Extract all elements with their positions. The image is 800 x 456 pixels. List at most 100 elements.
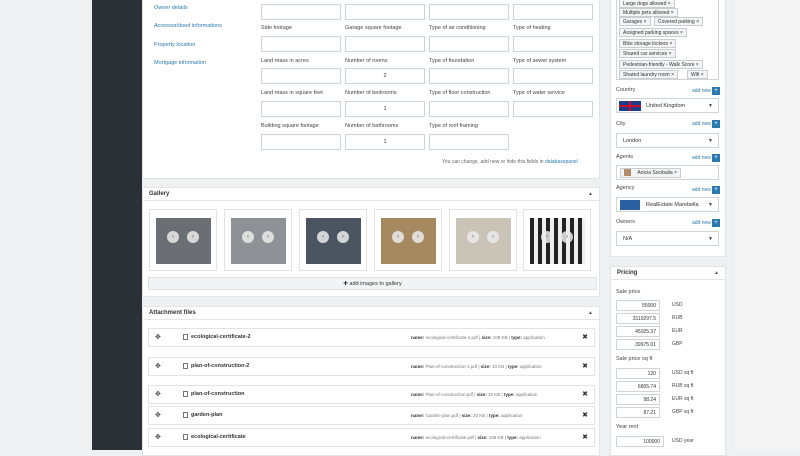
collapse-icon[interactable]: ▲ <box>588 191 593 197</box>
drag-handle-icon[interactable]: ✥ <box>155 411 161 419</box>
owners-add-icon[interactable]: + <box>712 219 720 227</box>
feature-tag[interactable]: Wifi × <box>687 70 708 79</box>
attachment-name: ecological-certificate <box>191 434 246 440</box>
country-add-new-link[interactable]: add new <box>692 88 711 94</box>
nav-owner-details[interactable]: Owner details <box>154 5 188 11</box>
side-footage-input[interactable] <box>261 36 341 52</box>
gallery-thumb[interactable]: ‹ › <box>523 209 591 271</box>
agents-select[interactable]: Anicia Socibalia × <box>616 165 719 180</box>
land-acres-input[interactable] <box>261 68 341 84</box>
sqft-gbp-input[interactable]: 87.21 <box>616 407 660 418</box>
field-label: Number of bedrooms <box>345 90 397 96</box>
foundation-input[interactable] <box>429 68 509 84</box>
close-icon[interactable]: ✖ <box>582 390 588 398</box>
agents-add-icon[interactable]: + <box>712 154 720 162</box>
nav-mortgage-information[interactable]: Mortgage information <box>154 60 206 66</box>
floor-construction-input[interactable] <box>429 101 509 117</box>
agents-add-new-link[interactable]: add new <box>692 155 711 161</box>
year-rent-input[interactable]: 100000 <box>616 436 664 447</box>
sqft-usd-input[interactable]: 120 <box>616 368 660 379</box>
gallery-thumb[interactable]: ‹ › <box>299 209 367 271</box>
drag-handle-icon[interactable]: ✥ <box>155 433 161 441</box>
feature-tag[interactable]: Garages × <box>619 17 651 26</box>
city-add-new-link[interactable]: add new <box>692 121 711 127</box>
drag-handle-icon[interactable]: ✥ <box>155 333 161 341</box>
nav-accessor-deed[interactable]: Accessor/deed informations <box>154 23 222 29</box>
field-input[interactable] <box>345 4 425 20</box>
agency-add-new-link[interactable]: add new <box>692 187 711 193</box>
field-input[interactable] <box>513 4 593 20</box>
owners-select[interactable]: N/A ▼ <box>616 231 719 246</box>
currency-label: USD <box>672 302 683 308</box>
gallery-thumb[interactable]: ‹ › <box>224 209 292 271</box>
chevron-left-icon[interactable]: ‹ <box>242 231 254 243</box>
owners-add-new-link[interactable]: add new <box>692 220 711 226</box>
field-input[interactable] <box>429 4 509 20</box>
feature-tag[interactable]: Assigned parking spaces × <box>619 28 687 37</box>
gallery-thumb[interactable]: ‹ › <box>449 209 517 271</box>
pricing-header[interactable]: Pricing ▲ <box>611 267 725 280</box>
collapse-icon[interactable]: ▲ <box>714 270 719 276</box>
sale-price-gbp-input[interactable]: 39975.01 <box>616 339 660 350</box>
gallery-thumb[interactable]: ‹ › <box>374 209 442 271</box>
field-label: Type of floor construction <box>429 90 491 96</box>
air-conditioning-input[interactable] <box>429 36 509 52</box>
roof-framing-input[interactable] <box>429 134 509 150</box>
chevron-right-icon[interactable]: › <box>337 231 349 243</box>
close-icon[interactable]: ✖ <box>582 362 588 370</box>
chevron-right-icon[interactable]: › <box>487 231 499 243</box>
chevron-left-icon[interactable]: ‹ <box>541 231 553 243</box>
gallery-header[interactable]: Gallery ▲ <box>143 188 599 201</box>
feature-tag[interactable]: Bike storage lockers × <box>619 39 677 48</box>
city-add-icon[interactable]: + <box>712 120 720 128</box>
close-icon[interactable]: ✖ <box>582 433 588 441</box>
databasepanel-link[interactable]: databasepanel <box>545 159 578 165</box>
chevron-right-icon[interactable]: › <box>561 231 573 243</box>
garage-footage-input[interactable] <box>345 36 425 52</box>
sqft-rub-input[interactable]: 6805.74 <box>616 381 660 392</box>
agent-tag[interactable]: Anicia Socibalia × <box>620 168 682 178</box>
chevron-left-icon[interactable]: ‹ <box>167 231 179 243</box>
bathrooms-input[interactable]: 1 <box>345 134 425 150</box>
feature-tag[interactable]: Large dogs allowed × <box>619 0 675 8</box>
add-images-button[interactable]: ✚ add images to gallery <box>148 277 597 290</box>
feature-tag[interactable]: Pedestrian-friendly - Walk Score × <box>619 60 703 69</box>
chevron-left-icon[interactable]: ‹ <box>317 231 329 243</box>
close-icon[interactable]: ✖ <box>582 411 588 419</box>
water-service-input[interactable] <box>513 101 593 117</box>
agency-select[interactable]: RealEstate Marebella ▼ <box>616 197 719 212</box>
sqft-eur-input[interactable]: 98.24 <box>616 394 660 405</box>
drag-handle-icon[interactable]: ✥ <box>155 362 161 370</box>
sale-price-rub-input[interactable]: 3119297.5 <box>616 313 660 324</box>
collapse-icon[interactable]: ▲ <box>588 310 593 316</box>
attachments-header[interactable]: Attachment files ▲ <box>143 307 599 320</box>
field-label: Land mass in acres <box>261 58 309 64</box>
agency-add-icon[interactable]: + <box>712 186 720 194</box>
gallery-thumb[interactable]: ‹ › <box>149 209 217 271</box>
country-add-icon[interactable]: + <box>712 87 720 95</box>
nav-property-location[interactable]: Property location <box>154 42 195 48</box>
agent-name: Anicia Socibalia <box>637 170 673 176</box>
bedrooms-input[interactable]: 1 <box>345 101 425 117</box>
close-icon[interactable]: ✖ <box>582 333 588 341</box>
rooms-input[interactable]: 2 <box>345 68 425 84</box>
country-select[interactable]: United Kingdom ▼ <box>616 98 719 113</box>
chevron-left-icon[interactable]: ‹ <box>467 231 479 243</box>
feature-tag[interactable]: Multiple pets allowed × <box>619 8 678 17</box>
sale-price-usd-input[interactable]: 55000 <box>616 300 660 311</box>
field-input[interactable] <box>261 4 341 20</box>
chevron-left-icon[interactable]: ‹ <box>392 231 404 243</box>
chevron-right-icon[interactable]: › <box>262 231 274 243</box>
drag-handle-icon[interactable]: ✥ <box>155 390 161 398</box>
chevron-right-icon[interactable]: › <box>187 231 199 243</box>
building-sqft-input[interactable] <box>261 134 341 150</box>
feature-tag[interactable]: Shared car services × <box>619 49 676 58</box>
heating-input[interactable] <box>513 36 593 52</box>
land-sqft-input[interactable] <box>261 101 341 117</box>
sale-price-eur-input[interactable]: 45025.37 <box>616 326 660 337</box>
feature-tag[interactable]: Shared laundry room × <box>619 70 679 79</box>
city-select[interactable]: London ▼ <box>616 133 719 148</box>
chevron-right-icon[interactable]: › <box>412 231 424 243</box>
feature-tag[interactable]: Covered parking × <box>654 17 703 26</box>
sewer-input[interactable] <box>513 68 593 84</box>
